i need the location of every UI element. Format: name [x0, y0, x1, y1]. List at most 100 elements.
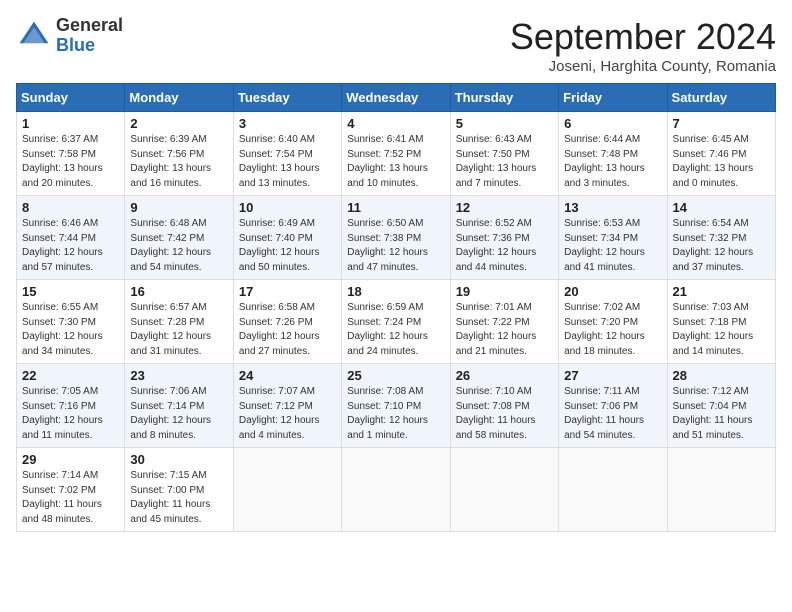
day-info: Sunrise: 6:46 AMSunset: 7:44 PMDaylight:… [22, 217, 119, 275]
calendar-cell: 23Sunrise: 7:06 AMSunset: 7:14 PMDayligh… [125, 364, 233, 448]
day-number: 7 [673, 116, 770, 131]
day-info: Sunrise: 7:07 AMSunset: 7:12 PMDaylight:… [239, 385, 336, 443]
calendar-cell: 18Sunrise: 6:59 AMSunset: 7:24 PMDayligh… [342, 280, 450, 364]
day-info: Sunrise: 6:52 AMSunset: 7:36 PMDaylight:… [456, 217, 553, 275]
calendar-cell: 26Sunrise: 7:10 AMSunset: 7:08 PMDayligh… [450, 364, 558, 448]
calendar-table: SundayMondayTuesdayWednesdayThursdayFrid… [16, 83, 776, 532]
day-number: 10 [239, 200, 336, 215]
day-number: 24 [239, 368, 336, 383]
day-info: Sunrise: 7:08 AMSunset: 7:10 PMDaylight:… [347, 385, 444, 443]
calendar-cell: 22 Sunrise: 7:05 AMSunset: 7:16 PMDayligh… [17, 364, 125, 448]
day-number: 8 [22, 200, 119, 215]
day-number: 29 [22, 452, 119, 467]
day-number: 5 [456, 116, 553, 131]
day-info: Sunrise: 6:41 AMSunset: 7:52 PMDaylight:… [347, 133, 444, 191]
logo: General Blue [16, 16, 123, 56]
day-info: Sunrise: 6:58 AMSunset: 7:26 PMDaylight:… [239, 301, 336, 359]
day-info: Sunrise: 7:11 AMSunset: 7:06 PMDaylight:… [564, 385, 661, 443]
calendar-cell: 28 Sunrise: 7:12 AMSunset: 7:04 PMDayligh… [667, 364, 775, 448]
day-number: 12 [456, 200, 553, 215]
logo-blue: Blue [56, 36, 123, 56]
calendar-cell: 7Sunrise: 6:45 AMSunset: 7:46 PMDaylight… [667, 112, 775, 196]
day-header-saturday: Saturday [667, 84, 775, 112]
calendar-cell: 17 Sunrise: 6:58 AMSunset: 7:26 PMDayligh… [233, 280, 341, 364]
day-info: Sunrise: 7:06 AMSunset: 7:14 PMDaylight:… [130, 385, 227, 443]
calendar-cell: 21Sunrise: 7:03 AMSunset: 7:18 PMDayligh… [667, 280, 775, 364]
day-header-sunday: Sunday [17, 84, 125, 112]
day-info: Sunrise: 6:48 AMSunset: 7:42 PMDaylight:… [130, 217, 227, 275]
day-info: Sunrise: 6:55 AMSunset: 7:30 PMDaylight:… [22, 301, 119, 359]
calendar-cell: 20 Sunrise: 7:02 AMSunset: 7:20 PMDayligh… [559, 280, 667, 364]
calendar-week-row: 8 Sunrise: 6:46 AMSunset: 7:44 PMDaylight… [17, 196, 776, 280]
day-number: 4 [347, 116, 444, 131]
day-info: Sunrise: 6:44 AMSunset: 7:48 PMDaylight:… [564, 133, 661, 191]
calendar-week-row: 29 Sunrise: 7:14 AMSunset: 7:02 PMDayligh… [17, 448, 776, 532]
calendar-cell: 3Sunrise: 6:40 AMSunset: 7:54 PMDaylight… [233, 112, 341, 196]
day-number: 19 [456, 284, 553, 299]
calendar-cell: 4 Sunrise: 6:41 AMSunset: 7:52 PMDaylight… [342, 112, 450, 196]
day-info: Sunrise: 7:05 AMSunset: 7:16 PMDaylight:… [22, 385, 119, 443]
day-header-tuesday: Tuesday [233, 84, 341, 112]
day-info: Sunrise: 6:57 AMSunset: 7:28 PMDaylight:… [130, 301, 227, 359]
day-info: Sunrise: 7:10 AMSunset: 7:08 PMDaylight:… [456, 385, 553, 443]
calendar-cell: 14Sunrise: 6:54 AMSunset: 7:32 PMDayligh… [667, 196, 775, 280]
calendar-cell: 10 Sunrise: 6:49 AMSunset: 7:40 PMDayligh… [233, 196, 341, 280]
calendar-week-row: 15Sunrise: 6:55 AMSunset: 7:30 PMDayligh… [17, 280, 776, 364]
logo-icon [16, 18, 52, 54]
day-info: Sunrise: 6:37 AMSunset: 7:58 PMDaylight:… [22, 133, 119, 191]
calendar-cell: 5 Sunrise: 6:43 AMSunset: 7:50 PMDaylight… [450, 112, 558, 196]
day-number: 17 [239, 284, 336, 299]
calendar-cell: 30Sunrise: 7:15 AMSunset: 7:00 PMDayligh… [125, 448, 233, 532]
calendar-cell [559, 448, 667, 532]
calendar-cell: 2 Sunrise: 6:39 AMSunset: 7:56 PMDaylight… [125, 112, 233, 196]
day-number: 11 [347, 200, 444, 215]
location: Joseni, Harghita County, Romania [510, 58, 776, 75]
day-number: 6 [564, 116, 661, 131]
day-info: Sunrise: 7:14 AMSunset: 7:02 PMDaylight:… [22, 469, 119, 527]
day-info: Sunrise: 6:49 AMSunset: 7:40 PMDaylight:… [239, 217, 336, 275]
day-number: 20 [564, 284, 661, 299]
page-header: General Blue September 2024 Joseni, Harg… [16, 16, 776, 75]
day-header-friday: Friday [559, 84, 667, 112]
calendar-cell: 8 Sunrise: 6:46 AMSunset: 7:44 PMDaylight… [17, 196, 125, 280]
day-info: Sunrise: 7:12 AMSunset: 7:04 PMDaylight:… [673, 385, 770, 443]
calendar-cell: 11 Sunrise: 6:50 AMSunset: 7:38 PMDayligh… [342, 196, 450, 280]
day-header-wednesday: Wednesday [342, 84, 450, 112]
day-number: 25 [347, 368, 444, 383]
day-header-thursday: Thursday [450, 84, 558, 112]
day-number: 27 [564, 368, 661, 383]
calendar-cell: 15Sunrise: 6:55 AMSunset: 7:30 PMDayligh… [17, 280, 125, 364]
calendar-cell [342, 448, 450, 532]
day-number: 18 [347, 284, 444, 299]
day-number: 22 [22, 368, 119, 383]
day-info: Sunrise: 7:02 AMSunset: 7:20 PMDaylight:… [564, 301, 661, 359]
day-info: Sunrise: 6:39 AMSunset: 7:56 PMDaylight:… [130, 133, 227, 191]
calendar-cell: 25 Sunrise: 7:08 AMSunset: 7:10 PMDayligh… [342, 364, 450, 448]
day-number: 3 [239, 116, 336, 131]
day-info: Sunrise: 7:03 AMSunset: 7:18 PMDaylight:… [673, 301, 770, 359]
calendar-cell: 9 Sunrise: 6:48 AMSunset: 7:42 PMDaylight… [125, 196, 233, 280]
day-info: Sunrise: 6:43 AMSunset: 7:50 PMDaylight:… [456, 133, 553, 191]
day-number: 2 [130, 116, 227, 131]
day-info: Sunrise: 7:01 AMSunset: 7:22 PMDaylight:… [456, 301, 553, 359]
calendar-week-row: 22 Sunrise: 7:05 AMSunset: 7:16 PMDayligh… [17, 364, 776, 448]
day-info: Sunrise: 6:50 AMSunset: 7:38 PMDaylight:… [347, 217, 444, 275]
logo-text: General Blue [56, 16, 123, 56]
calendar-cell: 27 Sunrise: 7:11 AMSunset: 7:06 PMDayligh… [559, 364, 667, 448]
calendar-cell: 1 Sunrise: 6:37 AMSunset: 7:58 PMDaylight… [17, 112, 125, 196]
day-info: Sunrise: 6:54 AMSunset: 7:32 PMDaylight:… [673, 217, 770, 275]
day-info: Sunrise: 6:53 AMSunset: 7:34 PMDaylight:… [564, 217, 661, 275]
day-number: 1 [22, 116, 119, 131]
logo-general: General [56, 16, 123, 36]
calendar-cell: 6 Sunrise: 6:44 AMSunset: 7:48 PMDaylight… [559, 112, 667, 196]
calendar-cell: 12 Sunrise: 6:52 AMSunset: 7:36 PMDayligh… [450, 196, 558, 280]
day-number: 28 [673, 368, 770, 383]
calendar-cell [450, 448, 558, 532]
calendar-cell: 16 Sunrise: 6:57 AMSunset: 7:28 PMDayligh… [125, 280, 233, 364]
day-info: Sunrise: 7:15 AMSunset: 7:00 PMDaylight:… [130, 469, 227, 527]
day-number: 9 [130, 200, 227, 215]
calendar-week-row: 1 Sunrise: 6:37 AMSunset: 7:58 PMDaylight… [17, 112, 776, 196]
title-block: September 2024 Joseni, Harghita County, … [510, 16, 776, 75]
calendar-cell: 29 Sunrise: 7:14 AMSunset: 7:02 PMDayligh… [17, 448, 125, 532]
day-number: 16 [130, 284, 227, 299]
